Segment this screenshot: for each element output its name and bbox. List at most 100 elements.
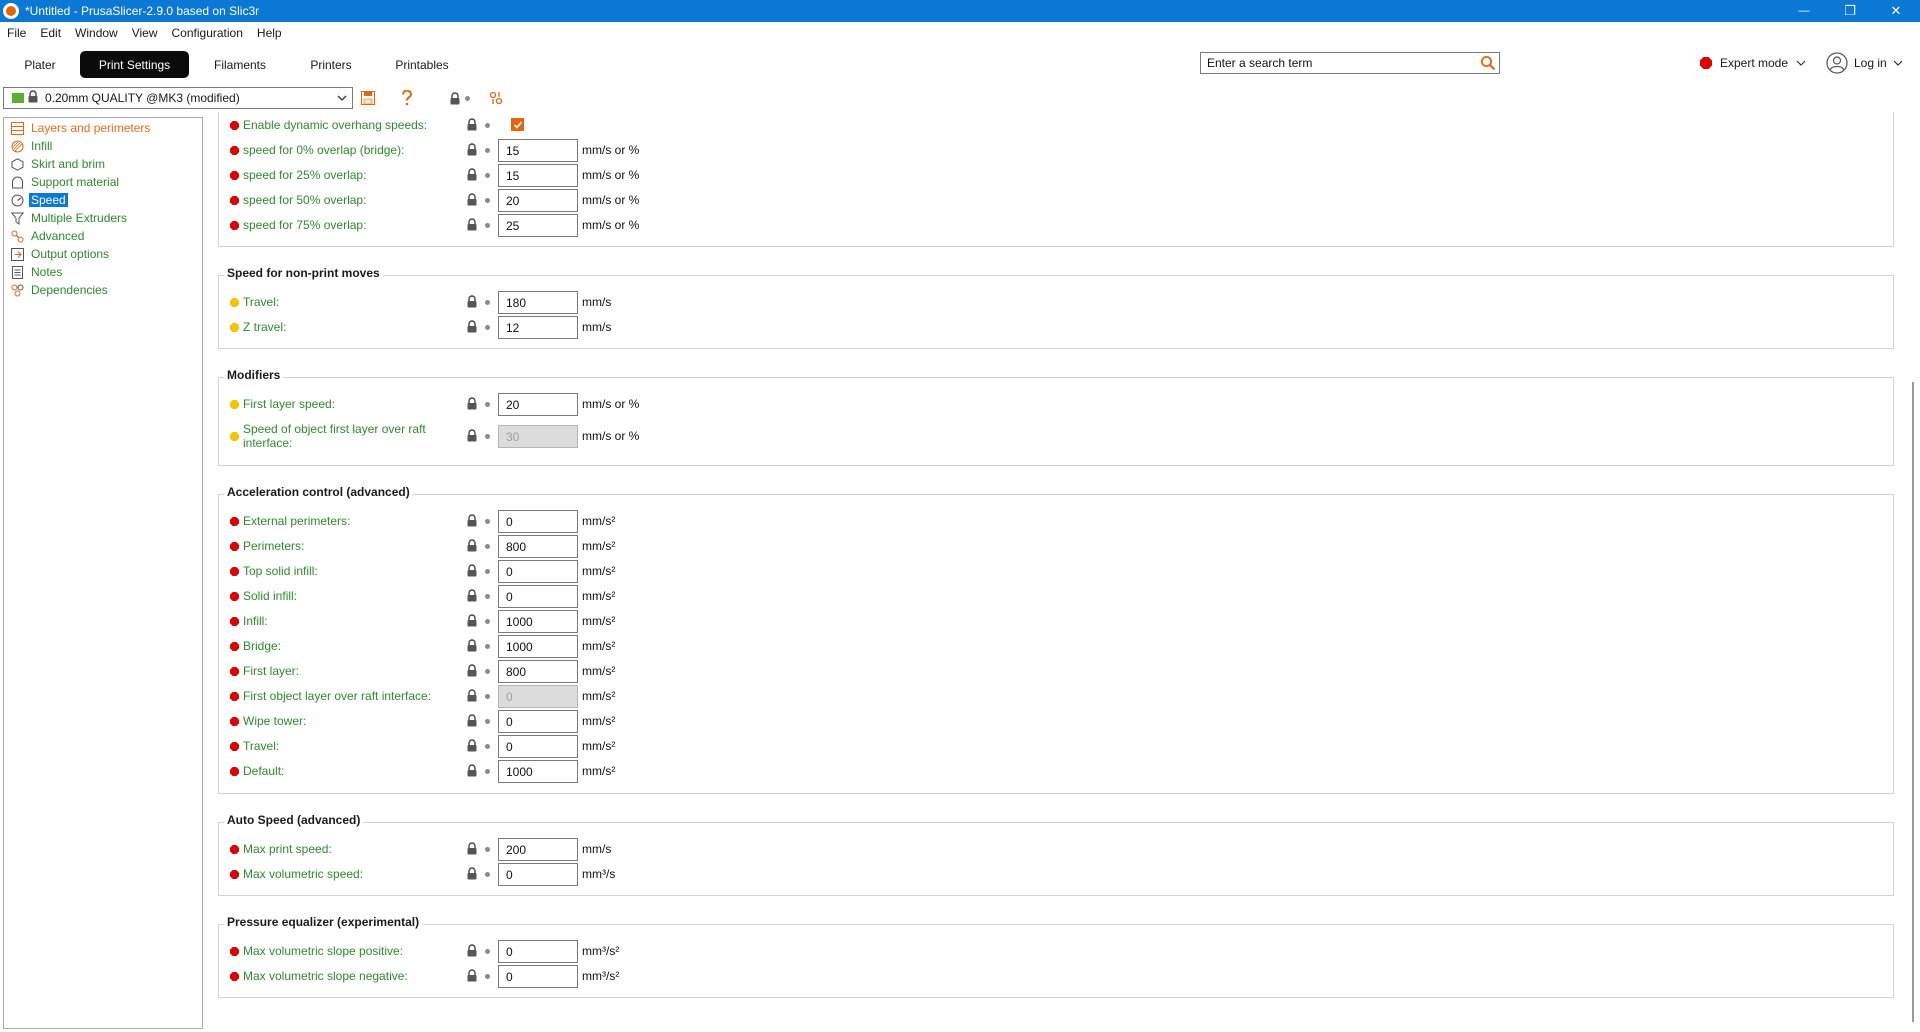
save-preset-button[interactable] (361, 87, 375, 109)
lock-icon[interactable] (466, 739, 478, 752)
bullet-icon[interactable] (485, 434, 490, 439)
sidebar-item-multiple-extruders[interactable]: Multiple Extruders (10, 210, 129, 226)
sidebar-item-notes[interactable]: Notes (10, 264, 64, 280)
bullet-icon[interactable] (485, 198, 490, 203)
bullet-icon[interactable] (485, 847, 490, 852)
max-slope-negative-input[interactable] (498, 965, 578, 988)
bullet-icon[interactable] (485, 223, 490, 228)
max-volumetric-speed-input[interactable] (498, 863, 578, 886)
sidebar-item-dependencies[interactable]: Dependencies (10, 282, 110, 298)
bullet-icon[interactable] (485, 519, 490, 524)
lock-icon[interactable] (466, 514, 478, 527)
sidebar-item-support-material[interactable]: Support material (10, 174, 121, 190)
infill-accel-input[interactable] (498, 610, 578, 633)
print-preset-combo[interactable]: 0.20mm QUALITY @MK3 (modified) (3, 87, 353, 109)
lock-icon[interactable] (466, 689, 478, 702)
lock-icon[interactable] (466, 564, 478, 577)
max-slope-positive-input[interactable] (498, 940, 578, 963)
travel-speed-input[interactable] (498, 291, 578, 314)
bullet-icon[interactable] (485, 619, 490, 624)
sidebar-item-skirt-and-brim[interactable]: Skirt and brim (10, 156, 107, 172)
lock-icon[interactable] (466, 714, 478, 727)
bullet-icon[interactable] (485, 719, 490, 724)
sidebar-item-layers-and-perimeters[interactable]: Layers and perimeters (10, 120, 152, 136)
tab-printables[interactable]: Printables (385, 51, 459, 78)
lock-icon[interactable] (466, 842, 478, 855)
lock-icon[interactable] (466, 218, 478, 231)
lock-icon[interactable] (466, 295, 478, 308)
close-button[interactable]: ✕ (1873, 0, 1919, 22)
external-perimeters-accel-input[interactable] (498, 510, 578, 533)
wipe-tower-accel-input[interactable] (498, 710, 578, 733)
bullet-icon[interactable] (485, 744, 490, 749)
travel-accel-input[interactable] (498, 735, 578, 758)
bullet-icon[interactable] (485, 123, 490, 128)
expert-mode-button[interactable]: Expert mode (1700, 54, 1806, 72)
first-layer-speed-input[interactable] (498, 393, 578, 416)
menu-view[interactable]: View (125, 26, 165, 40)
lock-legend-button[interactable] (449, 87, 470, 109)
lock-icon[interactable] (466, 168, 478, 181)
overhang-speed-0-input[interactable] (498, 139, 578, 162)
sidebar-item-advanced[interactable]: Advanced (10, 228, 86, 244)
lock-icon[interactable] (466, 397, 478, 410)
bullet-icon[interactable] (485, 974, 490, 979)
tab-filaments[interactable]: Filaments (205, 51, 275, 78)
minimize-button[interactable]: — (1781, 0, 1827, 22)
search-icon[interactable] (1477, 53, 1499, 73)
overhang-speed-25-input[interactable] (498, 164, 578, 187)
compare-presets-button[interactable] (489, 87, 503, 109)
sidebar-item-speed[interactable]: Speed (10, 192, 68, 208)
maximize-button[interactable]: ❐ (1827, 0, 1873, 22)
lock-icon[interactable] (466, 867, 478, 880)
bullet-icon[interactable] (485, 669, 490, 674)
search-input[interactable] (1201, 53, 1477, 73)
lock-icon[interactable] (466, 614, 478, 627)
tab-plater[interactable]: Plater (14, 51, 66, 78)
bullet-icon[interactable] (485, 325, 490, 330)
sidebar-item-infill[interactable]: Infill (10, 138, 54, 154)
perimeters-accel-input[interactable] (498, 535, 578, 558)
menu-help[interactable]: Help (250, 26, 289, 40)
lock-icon[interactable] (466, 764, 478, 777)
bullet-icon[interactable] (485, 644, 490, 649)
bullet-icon[interactable] (485, 949, 490, 954)
lock-icon[interactable] (466, 664, 478, 677)
bullet-icon[interactable] (485, 148, 490, 153)
overhang-speed-75-input[interactable] (498, 214, 578, 237)
bullet-icon[interactable] (485, 872, 490, 877)
bullet-icon[interactable] (485, 402, 490, 407)
bullet-icon[interactable] (485, 694, 490, 699)
lock-icon[interactable] (466, 193, 478, 206)
lock-icon[interactable] (466, 320, 478, 333)
log-in-button[interactable]: Log in (1826, 52, 1903, 74)
overhang-speed-50-input[interactable] (498, 189, 578, 212)
bullet-icon[interactable] (485, 300, 490, 305)
max-print-speed-input[interactable] (498, 838, 578, 861)
bullet-icon[interactable] (485, 173, 490, 178)
tab-printers[interactable]: Printers (296, 51, 366, 78)
bullet-icon[interactable] (485, 569, 490, 574)
tab-print-settings[interactable]: Print Settings (80, 51, 189, 78)
z-travel-speed-input[interactable] (498, 316, 578, 339)
solid-infill-accel-input[interactable] (498, 585, 578, 608)
bullet-icon[interactable] (485, 544, 490, 549)
top-solid-infill-accel-input[interactable] (498, 560, 578, 583)
menu-window[interactable]: Window (68, 26, 125, 40)
first-layer-accel-input[interactable] (498, 660, 578, 683)
lock-icon[interactable] (466, 969, 478, 982)
help-button[interactable] (401, 87, 413, 109)
lock-icon[interactable] (466, 429, 478, 442)
dynamic-overhang-checkbox[interactable] (511, 118, 524, 131)
content-scrollbar[interactable] (1908, 112, 1918, 1022)
bridge-accel-input[interactable] (498, 635, 578, 658)
bullet-icon[interactable] (485, 594, 490, 599)
menu-file[interactable]: File (0, 26, 33, 40)
menu-configuration[interactable]: Configuration (165, 26, 250, 40)
lock-icon[interactable] (466, 118, 478, 131)
lock-icon[interactable] (466, 589, 478, 602)
lock-icon[interactable] (466, 944, 478, 957)
lock-icon[interactable] (466, 143, 478, 156)
default-accel-input[interactable] (498, 760, 578, 783)
scrollbar-thumb[interactable] (1912, 382, 1914, 1022)
